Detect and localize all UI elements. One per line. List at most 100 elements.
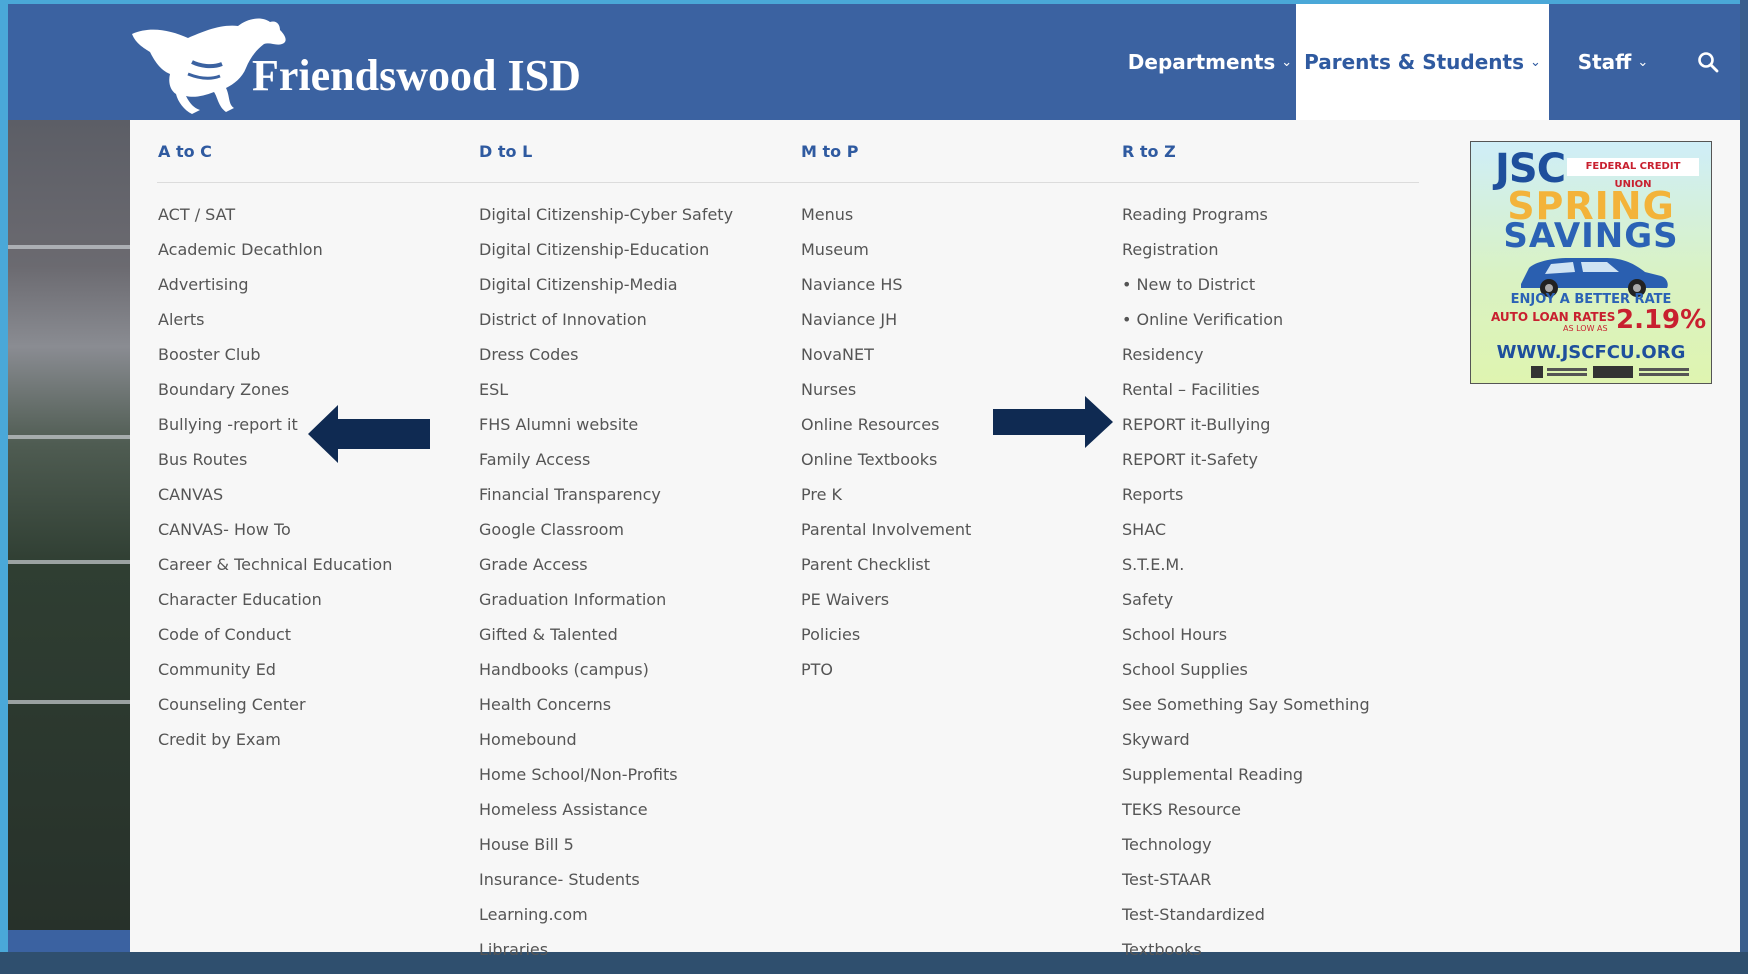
- photo-stripe: [8, 435, 130, 439]
- menu-item[interactable]: FHS Alumni website: [479, 414, 733, 449]
- menu-item[interactable]: CANVAS- How To: [158, 519, 392, 554]
- menu-item[interactable]: PTO: [801, 659, 971, 694]
- menu-item[interactable]: Supplemental Reading: [1122, 764, 1370, 799]
- nav-staff[interactable]: Staff ⌄: [1553, 4, 1673, 120]
- menu-item[interactable]: Handbooks (campus): [479, 659, 733, 694]
- menu-item[interactable]: Advertising: [158, 274, 392, 309]
- menu-item[interactable]: Safety: [1122, 589, 1370, 624]
- menu-item[interactable]: Digital Citizenship-Media: [479, 274, 733, 309]
- menu-item[interactable]: NovaNET: [801, 344, 971, 379]
- menu-item[interactable]: Online Resources: [801, 414, 971, 449]
- column-heading-d-to-l: D to L: [479, 142, 533, 161]
- menu-item[interactable]: Textbooks: [1122, 939, 1370, 974]
- menu-item[interactable]: TEKS Resource: [1122, 799, 1370, 834]
- arrow-left-icon: [308, 405, 430, 463]
- menu-item[interactable]: Naviance JH: [801, 309, 971, 344]
- menu-item[interactable]: Digital Citizenship-Education: [479, 239, 733, 274]
- menu-column-m-to-p: Menus Museum Naviance HS Naviance JH NovaNET…: [801, 204, 971, 694]
- menu-item[interactable]: Residency: [1122, 344, 1370, 379]
- menu-item[interactable]: Code of Conduct: [158, 624, 392, 659]
- menu-item[interactable]: • Online Verification: [1122, 309, 1370, 344]
- ad-tagline: FEDERAL CREDIT UNION: [1567, 158, 1699, 190]
- bottom-band: [8, 930, 130, 952]
- menu-item[interactable]: PE Waivers: [801, 589, 971, 624]
- frame-right-edge: [1740, 0, 1748, 952]
- menu-item[interactable]: Test-STAAR: [1122, 869, 1370, 904]
- jsc-advertisement[interactable]: JSC FEDERAL CREDIT UNION SPRING SAVINGS …: [1470, 141, 1712, 384]
- menu-item[interactable]: Nurses: [801, 379, 971, 414]
- menu-item[interactable]: Parental Involvement: [801, 519, 971, 554]
- photo-stripe: [8, 245, 130, 249]
- menu-item[interactable]: REPORT it-Bullying: [1122, 414, 1370, 449]
- menu-item[interactable]: ESL: [479, 379, 733, 414]
- menu-item[interactable]: Test-Standardized: [1122, 904, 1370, 939]
- menu-item[interactable]: Home School/Non-Profits: [479, 764, 733, 799]
- menu-item[interactable]: Career & Technical Education: [158, 554, 392, 589]
- menu-item[interactable]: Graduation Information: [479, 589, 733, 624]
- menu-item[interactable]: Homeless Assistance: [479, 799, 733, 834]
- menu-item[interactable]: School Supplies: [1122, 659, 1370, 694]
- nav-departments[interactable]: Departments ⌄: [1118, 4, 1302, 120]
- menu-item[interactable]: Credit by Exam: [158, 729, 392, 764]
- menu-item[interactable]: School Hours: [1122, 624, 1370, 659]
- menu-item[interactable]: Skyward: [1122, 729, 1370, 764]
- ad-rates-label: AUTO LOAN RATES: [1491, 310, 1616, 324]
- search-button[interactable]: [1678, 4, 1738, 120]
- nav-parents-students-label: Parents & Students: [1304, 50, 1524, 74]
- menu-item[interactable]: Naviance HS: [801, 274, 971, 309]
- menu-item[interactable]: S.T.E.M.: [1122, 554, 1370, 589]
- menu-item[interactable]: Community Ed: [158, 659, 392, 694]
- menu-item[interactable]: Grade Access: [479, 554, 733, 589]
- photo-stripe: [8, 560, 130, 564]
- menu-item[interactable]: Alerts: [158, 309, 392, 344]
- menu-column-a-to-c: ACT / SAT Academic Decathlon Advertising Al…: [158, 204, 392, 764]
- menu-item[interactable]: CANVAS: [158, 484, 392, 519]
- menu-item[interactable]: Parent Checklist: [801, 554, 971, 589]
- nav-parents-students[interactable]: Parents & Students ⌄: [1296, 4, 1549, 120]
- menu-item[interactable]: Libraries: [479, 939, 733, 974]
- menu-item[interactable]: District of Innovation: [479, 309, 733, 344]
- menu-item[interactable]: Gifted & Talented: [479, 624, 733, 659]
- nav-departments-label: Departments: [1127, 50, 1276, 74]
- menu-item[interactable]: Policies: [801, 624, 971, 659]
- ad-as-low-as: AS LOW AS: [1563, 324, 1608, 333]
- menu-item[interactable]: Museum: [801, 239, 971, 274]
- menu-item[interactable]: Reports: [1122, 484, 1370, 519]
- menu-item[interactable]: Family Access: [479, 449, 733, 484]
- menu-item[interactable]: SHAC: [1122, 519, 1370, 554]
- menu-item[interactable]: • New to District: [1122, 274, 1370, 309]
- menu-item[interactable]: Dress Codes: [479, 344, 733, 379]
- menu-item[interactable]: Learning.com: [479, 904, 733, 939]
- menu-item[interactable]: House Bill 5: [479, 834, 733, 869]
- menu-item[interactable]: Health Concerns: [479, 694, 733, 729]
- menu-item[interactable]: Booster Club: [158, 344, 392, 379]
- menu-item[interactable]: Registration: [1122, 239, 1370, 274]
- menu-item[interactable]: Pre K: [801, 484, 971, 519]
- ad-rate: 2.19%: [1616, 305, 1707, 335]
- menu-item[interactable]: See Something Say Something: [1122, 694, 1370, 729]
- menu-item[interactable]: Technology: [1122, 834, 1370, 869]
- menu-item[interactable]: Academic Decathlon: [158, 239, 392, 274]
- menu-column-r-to-z: Reading Programs Registration • New to Dis…: [1122, 204, 1370, 974]
- column-heading-m-to-p: M to P: [801, 142, 859, 161]
- ad-url: WWW.JSCFCU.ORG: [1496, 342, 1686, 363]
- menu-item[interactable]: Online Textbooks: [801, 449, 971, 484]
- menu-item[interactable]: Character Education: [158, 589, 392, 624]
- chevron-down-icon: ⌄: [1530, 54, 1541, 70]
- menu-item[interactable]: ACT / SAT: [158, 204, 392, 239]
- menu-item[interactable]: Reading Programs: [1122, 204, 1370, 239]
- menu-column-d-to-l: Digital Citizenship-Cyber Safety Digital …: [479, 204, 733, 974]
- menu-item[interactable]: Digital Citizenship-Cyber Safety: [479, 204, 733, 239]
- menu-item[interactable]: Menus: [801, 204, 971, 239]
- search-icon: [1698, 52, 1719, 73]
- menu-item[interactable]: Counseling Center: [158, 694, 392, 729]
- menu-item[interactable]: REPORT it-Safety: [1122, 449, 1370, 484]
- menu-item[interactable]: Google Classroom: [479, 519, 733, 554]
- menu-item[interactable]: Homebound: [479, 729, 733, 764]
- site-logo[interactable]: Friendswood ISD: [130, 16, 650, 116]
- menu-item[interactable]: Financial Transparency: [479, 484, 733, 519]
- ad-fine-print-logos: [1531, 366, 1689, 378]
- menu-item[interactable]: Rental – Facilities: [1122, 379, 1370, 414]
- menu-item[interactable]: Insurance- Students: [479, 869, 733, 904]
- chevron-down-icon: ⌄: [1281, 54, 1293, 70]
